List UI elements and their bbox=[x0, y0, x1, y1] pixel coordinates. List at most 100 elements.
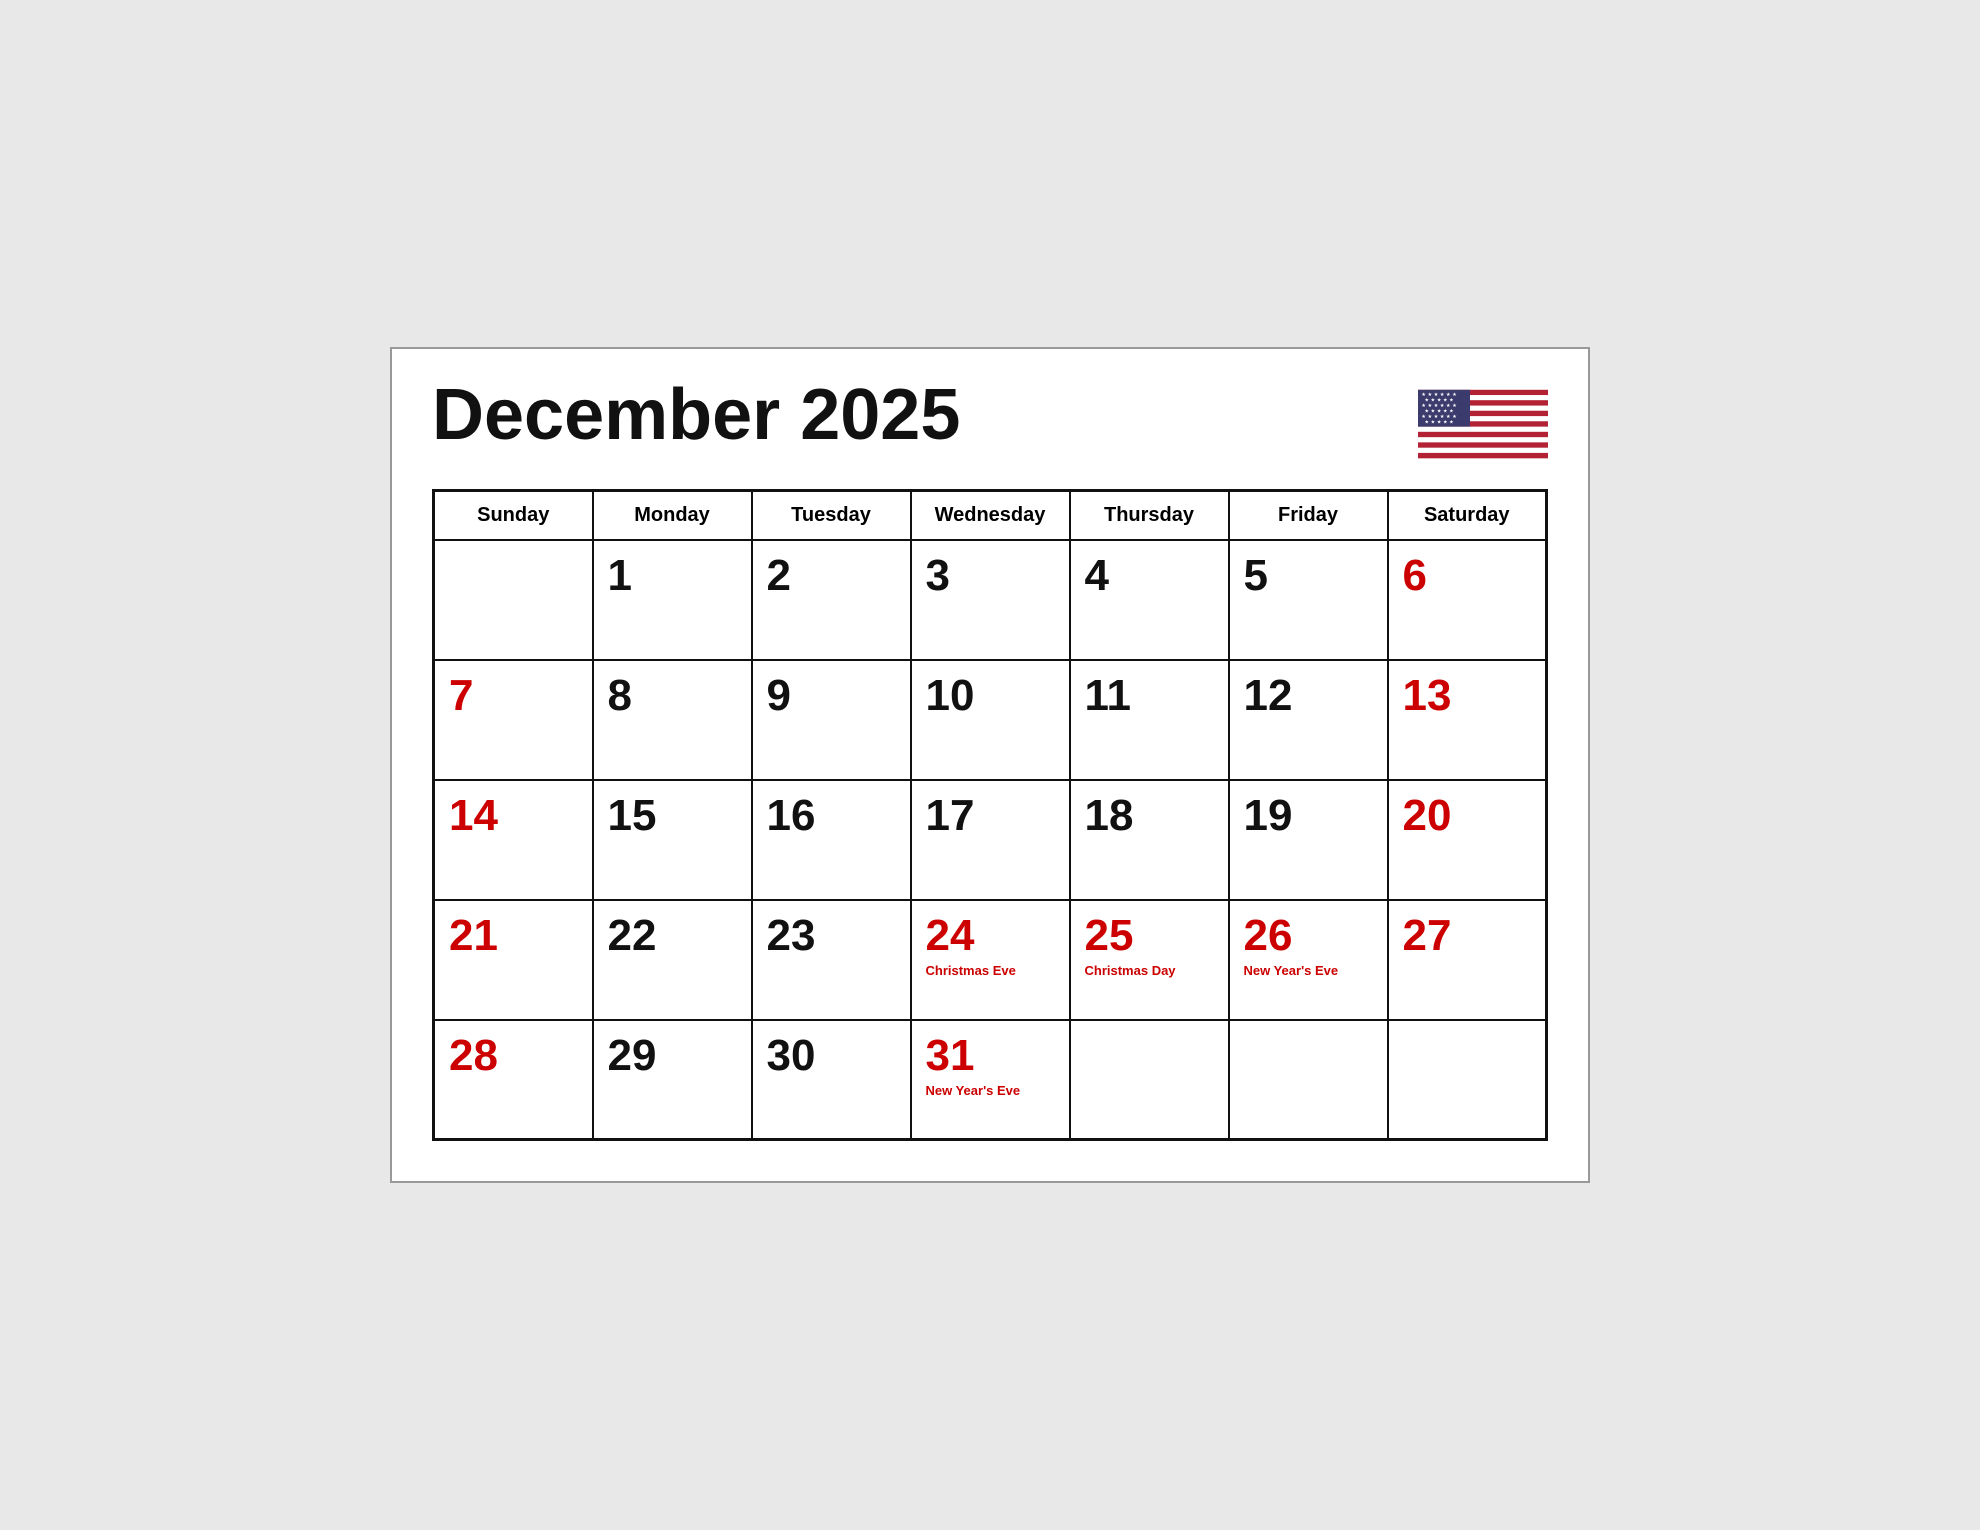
calendar-cell-w4-d1: 21 bbox=[434, 900, 593, 1020]
svg-text:★: ★ bbox=[1449, 397, 1454, 403]
day-number-26: 26 bbox=[1244, 911, 1373, 961]
svg-text:★: ★ bbox=[1434, 414, 1439, 420]
calendar-cell-w5-d4: 31 New Year's Eve bbox=[911, 1020, 1070, 1140]
header-wednesday: Wednesday bbox=[911, 490, 1070, 540]
day-number-28: 28 bbox=[449, 1031, 578, 1081]
svg-text:★: ★ bbox=[1434, 403, 1439, 409]
calendar-cell-w1-d5: 4 bbox=[1070, 540, 1229, 660]
svg-text:★: ★ bbox=[1443, 408, 1448, 414]
calendar-container: December 2025 bbox=[390, 347, 1590, 1184]
week-row-1: 123456 bbox=[434, 540, 1547, 660]
holiday-label-26: New Year's Eve bbox=[1244, 963, 1373, 979]
calendar-cell-w5-d5 bbox=[1070, 1020, 1229, 1140]
day-number-8: 8 bbox=[608, 671, 737, 721]
calendar-table: Sunday Monday Tuesday Wednesday Thursday… bbox=[432, 489, 1548, 1142]
day-number-14: 14 bbox=[449, 791, 578, 841]
svg-text:★: ★ bbox=[1437, 408, 1442, 414]
svg-text:★: ★ bbox=[1449, 419, 1454, 425]
holiday-label-24: Christmas Eve bbox=[926, 963, 1055, 979]
calendar-cell-w2-d3: 9 bbox=[752, 660, 911, 780]
calendar-cell-w1-d7: 6 bbox=[1388, 540, 1547, 660]
svg-text:★: ★ bbox=[1446, 403, 1451, 409]
day-number-15: 15 bbox=[608, 791, 737, 841]
day-number-31: 31 bbox=[926, 1031, 1055, 1081]
day-number-21: 21 bbox=[449, 911, 578, 961]
day-number-2: 2 bbox=[767, 551, 896, 601]
day-number-3: 3 bbox=[926, 551, 1055, 601]
svg-text:★: ★ bbox=[1425, 408, 1430, 414]
calendar-cell-w3-d6: 19 bbox=[1229, 780, 1388, 900]
svg-text:★: ★ bbox=[1428, 392, 1433, 398]
svg-text:★: ★ bbox=[1431, 408, 1436, 414]
svg-text:★: ★ bbox=[1428, 414, 1433, 420]
calendar-cell-w3-d7: 20 bbox=[1388, 780, 1547, 900]
header-saturday: Saturday bbox=[1388, 490, 1547, 540]
day-number-24: 24 bbox=[926, 911, 1055, 961]
weekday-header-row: Sunday Monday Tuesday Wednesday Thursday… bbox=[434, 490, 1547, 540]
header-tuesday: Tuesday bbox=[752, 490, 911, 540]
calendar-cell-w4-d7: 27 bbox=[1388, 900, 1547, 1020]
day-number-29: 29 bbox=[608, 1031, 737, 1081]
day-number-6: 6 bbox=[1403, 551, 1532, 601]
svg-text:★: ★ bbox=[1434, 392, 1439, 398]
calendar-cell-w2-d4: 10 bbox=[911, 660, 1070, 780]
day-number-11: 11 bbox=[1085, 671, 1214, 721]
calendar-cell-w3-d3: 16 bbox=[752, 780, 911, 900]
header-sunday: Sunday bbox=[434, 490, 593, 540]
svg-text:★: ★ bbox=[1437, 419, 1442, 425]
day-number-10: 10 bbox=[926, 671, 1055, 721]
day-number-25: 25 bbox=[1085, 911, 1214, 961]
svg-text:★: ★ bbox=[1425, 397, 1430, 403]
svg-text:★: ★ bbox=[1443, 419, 1448, 425]
svg-text:★: ★ bbox=[1440, 414, 1445, 420]
day-number-23: 23 bbox=[767, 911, 896, 961]
week-row-2: 789 10 11 12 13 bbox=[434, 660, 1547, 780]
week-row-4: 21 22 23 24 Christmas Eve 25 Christmas Day 26 Ne… bbox=[434, 900, 1547, 1020]
svg-text:★: ★ bbox=[1421, 392, 1426, 398]
day-number-27: 27 bbox=[1403, 911, 1532, 961]
svg-text:★: ★ bbox=[1425, 419, 1430, 425]
svg-text:★: ★ bbox=[1440, 392, 1445, 398]
calendar-header: December 2025 bbox=[432, 379, 1548, 469]
calendar-cell-w2-d5: 11 bbox=[1070, 660, 1229, 780]
calendar-cell-w2-d1: 7 bbox=[434, 660, 593, 780]
calendar-cell-w3-d2: 15 bbox=[593, 780, 752, 900]
day-number-12: 12 bbox=[1244, 671, 1373, 721]
day-number-22: 22 bbox=[608, 911, 737, 961]
calendar-cell-w5-d2: 29 bbox=[593, 1020, 752, 1140]
calendar-title: December 2025 bbox=[432, 379, 960, 451]
calendar-cell-w2-d7: 13 bbox=[1388, 660, 1547, 780]
day-number-20: 20 bbox=[1403, 791, 1532, 841]
day-number-9: 9 bbox=[767, 671, 896, 721]
header-monday: Monday bbox=[593, 490, 752, 540]
svg-text:★: ★ bbox=[1446, 414, 1451, 420]
svg-text:★: ★ bbox=[1446, 392, 1451, 398]
svg-text:★: ★ bbox=[1431, 419, 1436, 425]
holiday-label-31: New Year's Eve bbox=[926, 1083, 1055, 1099]
calendar-cell-w3-d1: 14 bbox=[434, 780, 593, 900]
day-number-19: 19 bbox=[1244, 791, 1373, 841]
calendar-cell-w2-d2: 8 bbox=[593, 660, 752, 780]
svg-text:★: ★ bbox=[1431, 397, 1436, 403]
day-number-30: 30 bbox=[767, 1031, 896, 1081]
day-number-17: 17 bbox=[926, 791, 1055, 841]
day-number-1: 1 bbox=[608, 551, 737, 601]
calendar-cell-w4-d4: 24 Christmas Eve bbox=[911, 900, 1070, 1020]
svg-text:★: ★ bbox=[1440, 403, 1445, 409]
day-number-5: 5 bbox=[1244, 551, 1373, 601]
day-number-13: 13 bbox=[1403, 671, 1532, 721]
holiday-label-25: Christmas Day bbox=[1085, 963, 1214, 979]
svg-text:★: ★ bbox=[1452, 414, 1457, 420]
calendar-cell-w1-d6: 5 bbox=[1229, 540, 1388, 660]
calendar-cell-w4-d2: 22 bbox=[593, 900, 752, 1020]
header-thursday: Thursday bbox=[1070, 490, 1229, 540]
calendar-cell-w4-d5: 25 Christmas Day bbox=[1070, 900, 1229, 1020]
svg-text:★: ★ bbox=[1452, 392, 1457, 398]
day-number-4: 4 bbox=[1085, 551, 1214, 601]
calendar-cell-w1-d4: 3 bbox=[911, 540, 1070, 660]
header-friday: Friday bbox=[1229, 490, 1388, 540]
svg-text:★: ★ bbox=[1443, 397, 1448, 403]
calendar-cell-w4-d3: 23 bbox=[752, 900, 911, 1020]
svg-text:★: ★ bbox=[1449, 408, 1454, 414]
svg-text:★: ★ bbox=[1421, 403, 1426, 409]
